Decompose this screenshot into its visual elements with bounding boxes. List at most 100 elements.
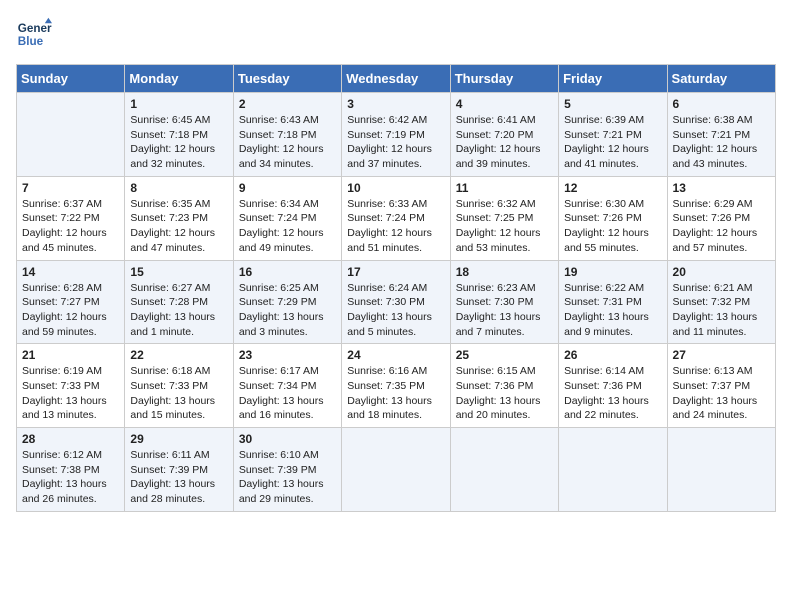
calendar-cell <box>667 428 775 512</box>
calendar-week-5: 28 Sunrise: 6:12 AM Sunset: 7:38 PM Dayli… <box>17 428 776 512</box>
day-content: Sunrise: 6:39 AM Sunset: 7:21 PM Dayligh… <box>564 113 661 172</box>
day-number: 19 <box>564 265 661 279</box>
day-content: Sunrise: 6:42 AM Sunset: 7:19 PM Dayligh… <box>347 113 444 172</box>
day-content: Sunrise: 6:41 AM Sunset: 7:20 PM Dayligh… <box>456 113 553 172</box>
day-number: 21 <box>22 348 119 362</box>
calendar-cell: 21 Sunrise: 6:19 AM Sunset: 7:33 PM Dayli… <box>17 344 125 428</box>
logo: General Blue <box>16 16 52 52</box>
calendar-cell: 20 Sunrise: 6:21 AM Sunset: 7:32 PM Dayli… <box>667 260 775 344</box>
day-content: Sunrise: 6:19 AM Sunset: 7:33 PM Dayligh… <box>22 364 119 423</box>
day-number: 25 <box>456 348 553 362</box>
day-content: Sunrise: 6:25 AM Sunset: 7:29 PM Dayligh… <box>239 281 336 340</box>
calendar-week-3: 14 Sunrise: 6:28 AM Sunset: 7:27 PM Dayli… <box>17 260 776 344</box>
calendar-cell: 1 Sunrise: 6:45 AM Sunset: 7:18 PM Daylig… <box>125 93 233 177</box>
day-header-wednesday: Wednesday <box>342 65 450 93</box>
day-content: Sunrise: 6:37 AM Sunset: 7:22 PM Dayligh… <box>22 197 119 256</box>
day-content: Sunrise: 6:13 AM Sunset: 7:37 PM Dayligh… <box>673 364 770 423</box>
calendar-cell: 18 Sunrise: 6:23 AM Sunset: 7:30 PM Dayli… <box>450 260 558 344</box>
day-number: 28 <box>22 432 119 446</box>
day-content: Sunrise: 6:15 AM Sunset: 7:36 PM Dayligh… <box>456 364 553 423</box>
calendar-cell: 22 Sunrise: 6:18 AM Sunset: 7:33 PM Dayli… <box>125 344 233 428</box>
calendar-header-row: SundayMondayTuesdayWednesdayThursdayFrid… <box>17 65 776 93</box>
day-number: 30 <box>239 432 336 446</box>
day-number: 16 <box>239 265 336 279</box>
day-number: 22 <box>130 348 227 362</box>
calendar-cell <box>559 428 667 512</box>
day-number: 17 <box>347 265 444 279</box>
day-content: Sunrise: 6:28 AM Sunset: 7:27 PM Dayligh… <box>22 281 119 340</box>
day-header-monday: Monday <box>125 65 233 93</box>
calendar-cell: 19Sunrise: 6:22 AM Sunset: 7:31 PM Dayli… <box>559 260 667 344</box>
day-number: 8 <box>130 181 227 195</box>
day-number: 4 <box>456 97 553 111</box>
calendar-cell: 15Sunrise: 6:27 AM Sunset: 7:28 PM Dayli… <box>125 260 233 344</box>
day-number: 6 <box>673 97 770 111</box>
calendar-cell: 27Sunrise: 6:13 AM Sunset: 7:37 PM Dayli… <box>667 344 775 428</box>
day-number: 14 <box>22 265 119 279</box>
calendar-cell: 28 Sunrise: 6:12 AM Sunset: 7:38 PM Dayli… <box>17 428 125 512</box>
day-header-friday: Friday <box>559 65 667 93</box>
day-number: 1 <box>130 97 227 111</box>
day-number: 18 <box>456 265 553 279</box>
day-number: 15 <box>130 265 227 279</box>
calendar-cell: 6Sunrise: 6:38 AM Sunset: 7:21 PM Daylig… <box>667 93 775 177</box>
day-header-tuesday: Tuesday <box>233 65 341 93</box>
day-content: Sunrise: 6:29 AM Sunset: 7:26 PM Dayligh… <box>673 197 770 256</box>
calendar-table: SundayMondayTuesdayWednesdayThursdayFrid… <box>16 64 776 512</box>
day-content: Sunrise: 6:33 AM Sunset: 7:24 PM Dayligh… <box>347 197 444 256</box>
day-content: Sunrise: 6:35 AM Sunset: 7:23 PM Dayligh… <box>130 197 227 256</box>
day-number: 20 <box>673 265 770 279</box>
day-content: Sunrise: 6:24 AM Sunset: 7:30 PM Dayligh… <box>347 281 444 340</box>
day-content: Sunrise: 6:17 AM Sunset: 7:34 PM Dayligh… <box>239 364 336 423</box>
calendar-cell: 23 Sunrise: 6:17 AM Sunset: 7:34 PM Dayli… <box>233 344 341 428</box>
calendar-cell <box>17 93 125 177</box>
day-number: 24 <box>347 348 444 362</box>
day-header-thursday: Thursday <box>450 65 558 93</box>
day-number: 29 <box>130 432 227 446</box>
calendar-cell: 4 Sunrise: 6:41 AM Sunset: 7:20 PM Daylig… <box>450 93 558 177</box>
svg-text:General: General <box>18 22 52 35</box>
day-number: 5 <box>564 97 661 111</box>
day-header-sunday: Sunday <box>17 65 125 93</box>
day-number: 26 <box>564 348 661 362</box>
calendar-cell: 9 Sunrise: 6:34 AM Sunset: 7:24 PM Daylig… <box>233 176 341 260</box>
svg-text:Blue: Blue <box>18 35 44 48</box>
calendar-cell: 30 Sunrise: 6:10 AM Sunset: 7:39 PM Dayli… <box>233 428 341 512</box>
day-content: Sunrise: 6:45 AM Sunset: 7:18 PM Dayligh… <box>130 113 227 172</box>
day-number: 7 <box>22 181 119 195</box>
day-content: Sunrise: 6:18 AM Sunset: 7:33 PM Dayligh… <box>130 364 227 423</box>
calendar-week-4: 21 Sunrise: 6:19 AM Sunset: 7:33 PM Dayli… <box>17 344 776 428</box>
day-number: 9 <box>239 181 336 195</box>
calendar-cell <box>342 428 450 512</box>
calendar-week-2: 7 Sunrise: 6:37 AM Sunset: 7:22 PM Daylig… <box>17 176 776 260</box>
day-content: Sunrise: 6:30 AM Sunset: 7:26 PM Dayligh… <box>564 197 661 256</box>
day-content: Sunrise: 6:43 AM Sunset: 7:18 PM Dayligh… <box>239 113 336 172</box>
day-number: 2 <box>239 97 336 111</box>
day-content: Sunrise: 6:11 AM Sunset: 7:39 PM Dayligh… <box>130 448 227 507</box>
calendar-cell: 5 Sunrise: 6:39 AM Sunset: 7:21 PM Daylig… <box>559 93 667 177</box>
day-content: Sunrise: 6:23 AM Sunset: 7:30 PM Dayligh… <box>456 281 553 340</box>
calendar-cell: 8 Sunrise: 6:35 AM Sunset: 7:23 PM Daylig… <box>125 176 233 260</box>
day-header-saturday: Saturday <box>667 65 775 93</box>
calendar-cell: 3 Sunrise: 6:42 AM Sunset: 7:19 PM Daylig… <box>342 93 450 177</box>
day-number: 23 <box>239 348 336 362</box>
calendar-cell: 11Sunrise: 6:32 AM Sunset: 7:25 PM Dayli… <box>450 176 558 260</box>
calendar-cell: 13 Sunrise: 6:29 AM Sunset: 7:26 PM Dayli… <box>667 176 775 260</box>
day-number: 10 <box>347 181 444 195</box>
page-header: General Blue <box>16 16 776 52</box>
logo-icon: General Blue <box>16 16 52 52</box>
day-number: 12 <box>564 181 661 195</box>
day-content: Sunrise: 6:10 AM Sunset: 7:39 PM Dayligh… <box>239 448 336 507</box>
calendar-cell: 24 Sunrise: 6:16 AM Sunset: 7:35 PM Dayli… <box>342 344 450 428</box>
calendar-cell: 14 Sunrise: 6:28 AM Sunset: 7:27 PM Dayli… <box>17 260 125 344</box>
day-content: Sunrise: 6:34 AM Sunset: 7:24 PM Dayligh… <box>239 197 336 256</box>
calendar-week-1: 1 Sunrise: 6:45 AM Sunset: 7:18 PM Daylig… <box>17 93 776 177</box>
day-content: Sunrise: 6:16 AM Sunset: 7:35 PM Dayligh… <box>347 364 444 423</box>
day-number: 13 <box>673 181 770 195</box>
calendar-cell: 7 Sunrise: 6:37 AM Sunset: 7:22 PM Daylig… <box>17 176 125 260</box>
calendar-cell: 16 Sunrise: 6:25 AM Sunset: 7:29 PM Dayli… <box>233 260 341 344</box>
day-content: Sunrise: 6:21 AM Sunset: 7:32 PM Dayligh… <box>673 281 770 340</box>
day-content: Sunrise: 6:12 AM Sunset: 7:38 PM Dayligh… <box>22 448 119 507</box>
day-number: 3 <box>347 97 444 111</box>
calendar-cell: 17 Sunrise: 6:24 AM Sunset: 7:30 PM Dayli… <box>342 260 450 344</box>
